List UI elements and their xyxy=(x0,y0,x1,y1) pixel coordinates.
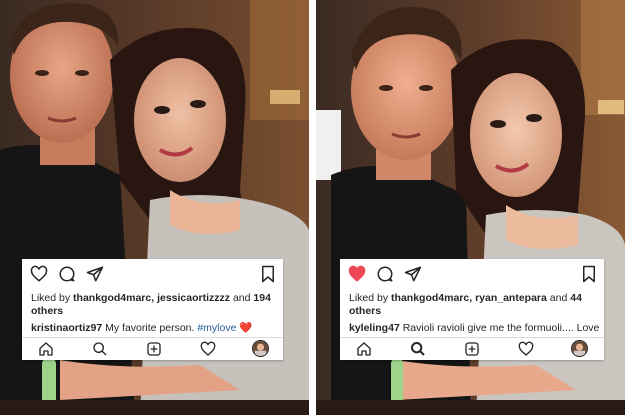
liker-username[interactable]: ryan_antepara xyxy=(475,292,547,304)
side-by-side-comparison: Liked by thankgod4marc, jessicaortizzzz … xyxy=(0,0,625,415)
post-caption: kyleling47 Ravioli ravioli give me the f… xyxy=(349,322,599,335)
post-action-bar xyxy=(340,259,604,289)
bottom-nav-bar xyxy=(22,337,283,360)
search-icon[interactable] xyxy=(92,341,108,357)
caption-username[interactable]: kristinaortiz97 xyxy=(31,322,102,334)
comment-icon[interactable] xyxy=(376,265,394,283)
home-icon[interactable] xyxy=(356,341,372,357)
liker-username[interactable]: thankgod4marc, xyxy=(391,292,472,304)
heart-outline-icon[interactable] xyxy=(200,341,216,357)
search-icon[interactable] xyxy=(410,341,426,357)
home-icon[interactable] xyxy=(38,341,54,357)
bottom-nav-bar xyxy=(340,337,604,360)
instagram-post-footer: Liked by thankgod4marc, ryan_antepara an… xyxy=(340,259,604,360)
liker-username[interactable]: thankgod4marc, xyxy=(73,292,154,304)
left-instagram-post: Liked by thankgod4marc, jessicaortizzzz … xyxy=(0,0,309,415)
bookmark-icon[interactable] xyxy=(259,265,277,283)
avatar[interactable] xyxy=(571,340,588,357)
plus-square-icon[interactable] xyxy=(464,341,480,357)
caption-text: My favorite person. xyxy=(105,322,195,334)
comment-icon[interactable] xyxy=(58,265,76,283)
liked-and-label: and xyxy=(232,292,251,304)
heart-filled-icon[interactable] xyxy=(348,265,366,283)
avatar[interactable] xyxy=(252,340,269,357)
caption-username[interactable]: kyleling47 xyxy=(349,322,400,334)
plus-square-icon[interactable] xyxy=(146,341,162,357)
right-instagram-post: Liked by thankgod4marc, ryan_antepara an… xyxy=(316,0,625,415)
likes-summary: Liked by thankgod4marc, ryan_antepara an… xyxy=(349,292,589,318)
heart-emoji: ❤️ xyxy=(239,322,253,334)
heart-icon[interactable] xyxy=(30,265,48,283)
likes-summary: Liked by thankgod4marc, jessicaortizzzz … xyxy=(31,292,271,318)
liked-by-label: Liked by xyxy=(349,292,389,304)
instagram-post-footer: Liked by thankgod4marc, jessicaortizzzz … xyxy=(22,259,283,360)
heart-outline-icon[interactable] xyxy=(518,341,534,357)
paper-plane-icon[interactable] xyxy=(404,265,422,283)
bookmark-icon[interactable] xyxy=(580,265,598,283)
caption-text: Ravioli ravioli give me the formuoli....… xyxy=(402,322,599,334)
caption-hashtag[interactable]: #mylove xyxy=(197,322,236,334)
liked-and-label: and xyxy=(549,292,568,304)
liked-by-label: Liked by xyxy=(31,292,71,304)
post-caption: kristinaortiz97 My favorite person. #myl… xyxy=(31,322,281,335)
liker-username[interactable]: jessicaortizzzz xyxy=(157,292,230,304)
paper-plane-icon[interactable] xyxy=(86,265,104,283)
post-action-bar xyxy=(22,259,283,289)
